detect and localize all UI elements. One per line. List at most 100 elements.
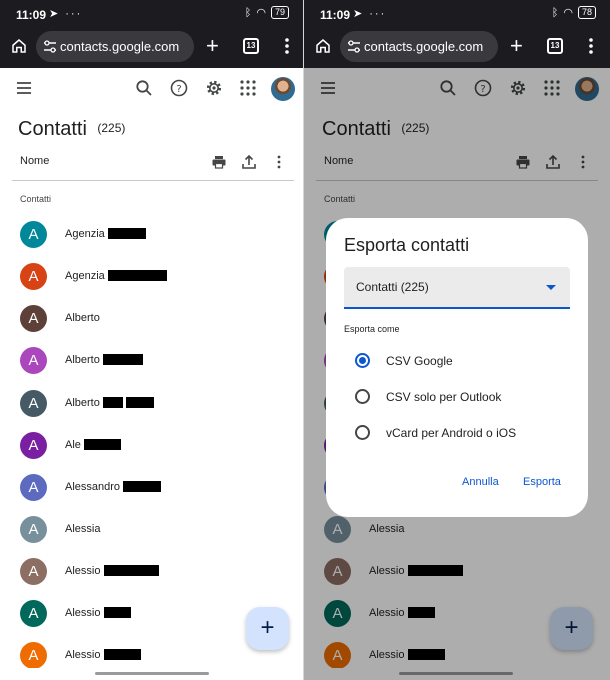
page-header: Contatti (225) — [18, 118, 125, 141]
radio-label: vCard per Android o iOS — [386, 426, 517, 440]
redaction — [103, 649, 141, 660]
dropdown-arrow-icon — [546, 285, 556, 290]
radio-label: CSV solo per Outlook — [386, 390, 502, 404]
screens: 11:09 ➤ ··· ᛒ ◠ 79 contacts.google.com +… — [0, 0, 610, 680]
wifi-icon: ◠ — [563, 7, 573, 19]
plus-icon: + — [260, 614, 275, 641]
apps-icon[interactable] — [238, 78, 258, 98]
sort-row: Nome — [0, 150, 303, 178]
contact-avatar: A — [20, 516, 47, 543]
browser-toolbar: contacts.google.com + 13 — [0, 28, 303, 68]
status-bar: 11:09 ➤ ··· ᛒ ◠ 78 — [304, 0, 610, 28]
battery-icon: 79 — [270, 6, 289, 19]
contact-name: Alessio — [65, 565, 159, 577]
radio-unchecked-icon[interactable] — [355, 425, 370, 440]
battery-icon: 78 — [577, 6, 596, 19]
search-icon[interactable] — [134, 78, 154, 98]
contact-count: (225) — [97, 121, 126, 135]
contact-name: Alberto — [65, 312, 100, 324]
site-settings-icon[interactable] — [347, 40, 361, 53]
list-item[interactable]: A Alessia — [20, 512, 290, 546]
divider — [12, 180, 294, 181]
contact-name: Ale — [65, 439, 121, 451]
account-avatar[interactable] — [271, 77, 295, 101]
more-vert-icon[interactable] — [589, 38, 593, 54]
contact-avatar: A — [20, 347, 47, 374]
redaction — [102, 354, 143, 365]
notification-icons: ➤ ··· — [353, 8, 387, 20]
contact-name: Alessia — [65, 523, 101, 535]
contact-avatar: A — [20, 390, 47, 417]
wifi-icon: ◠ — [256, 7, 266, 19]
list-item[interactable]: A Agenzia — [20, 217, 290, 251]
browser-toolbar: contacts.google.com + 13 — [304, 28, 610, 68]
more-vert-icon[interactable] — [271, 154, 287, 170]
list-item[interactable]: A Agenzia — [20, 259, 290, 293]
radio-label: CSV Google — [386, 354, 453, 368]
notification-icons: ➤ ··· — [49, 8, 83, 20]
settings-icon[interactable] — [204, 78, 224, 98]
contact-name: Agenzia — [65, 270, 167, 282]
help-icon[interactable]: ? — [169, 78, 189, 98]
contact-avatar: A — [20, 474, 47, 501]
dialog-title: Esporta contatti — [344, 235, 470, 255]
tab-switcher[interactable]: 13 — [243, 38, 259, 54]
contact-avatar: A — [20, 305, 47, 332]
menu-icon[interactable] — [14, 78, 34, 98]
new-tab-icon[interactable]: + — [206, 35, 219, 57]
contact-avatar: A — [20, 432, 47, 459]
redaction — [103, 607, 131, 618]
contact-name: Alessio — [65, 607, 131, 619]
tab-switcher[interactable]: 13 — [547, 38, 563, 54]
radio-csv-outlook[interactable]: CSV solo per Outlook — [352, 384, 572, 408]
list-item[interactable]: A Alessio — [20, 554, 290, 588]
gesture-bar — [0, 668, 303, 680]
contact-name: Alessandro — [65, 481, 162, 493]
sort-by-name[interactable]: Nome — [20, 155, 49, 167]
radio-unchecked-icon[interactable] — [355, 389, 370, 404]
svg-text:?: ? — [176, 84, 181, 95]
redaction — [103, 565, 159, 576]
radio-csv-google[interactable]: CSV Google — [352, 348, 572, 372]
contacts-select[interactable]: Contatti (225) — [344, 267, 570, 309]
more-vert-icon[interactable] — [285, 38, 289, 54]
redaction — [102, 397, 123, 408]
home-icon[interactable] — [314, 37, 332, 55]
site-settings-icon[interactable] — [43, 40, 57, 53]
select-value: Contatti (225) — [356, 280, 429, 294]
list-item[interactable]: A Alberto — [20, 386, 290, 420]
home-icon[interactable] — [10, 37, 28, 55]
contact-name: Alessio — [65, 649, 141, 661]
list-item[interactable]: A Alessandro — [20, 470, 290, 504]
add-contact-button[interactable]: + — [246, 607, 289, 650]
list-item[interactable]: A Alberto — [20, 301, 290, 335]
status-icons: ᛒ ◠ 79 — [245, 6, 289, 19]
section-label: Contatti — [20, 194, 52, 204]
bluetooth-icon: ᛒ — [551, 6, 559, 19]
contact-name: Alberto — [65, 397, 154, 409]
status-time: 11:09 — [320, 8, 351, 22]
radio-checked-icon[interactable] — [355, 353, 370, 368]
app-bar: ? — [0, 68, 303, 110]
redaction — [123, 481, 162, 492]
cancel-button[interactable]: Annulla — [462, 476, 499, 488]
redaction — [107, 228, 146, 239]
contact-avatar: A — [20, 263, 47, 290]
radio-vcard[interactable]: vCard per Android o iOS — [352, 420, 572, 444]
bluetooth-icon: ᛒ — [244, 6, 252, 19]
page-title: Contatti — [18, 118, 87, 140]
status-time: 11:09 — [16, 8, 47, 22]
address-bar[interactable]: contacts.google.com — [340, 31, 498, 62]
list-item[interactable]: A Alberto — [20, 343, 290, 377]
print-icon[interactable] — [211, 154, 227, 170]
new-tab-icon[interactable]: + — [510, 35, 523, 57]
export-button[interactable]: Esporta — [523, 476, 561, 488]
gesture-handle[interactable] — [95, 672, 209, 675]
url-text: contacts.google.com — [364, 39, 484, 54]
contacts-screen: 11:09 ➤ ··· ᛒ ◠ 79 contacts.google.com +… — [0, 0, 303, 680]
address-bar[interactable]: contacts.google.com — [36, 31, 194, 62]
export-icon[interactable] — [241, 154, 257, 170]
list-item[interactable]: A Ale — [20, 428, 290, 462]
contact-name: Alberto — [65, 354, 143, 366]
status-icons: ᛒ ◠ 78 — [552, 6, 596, 19]
